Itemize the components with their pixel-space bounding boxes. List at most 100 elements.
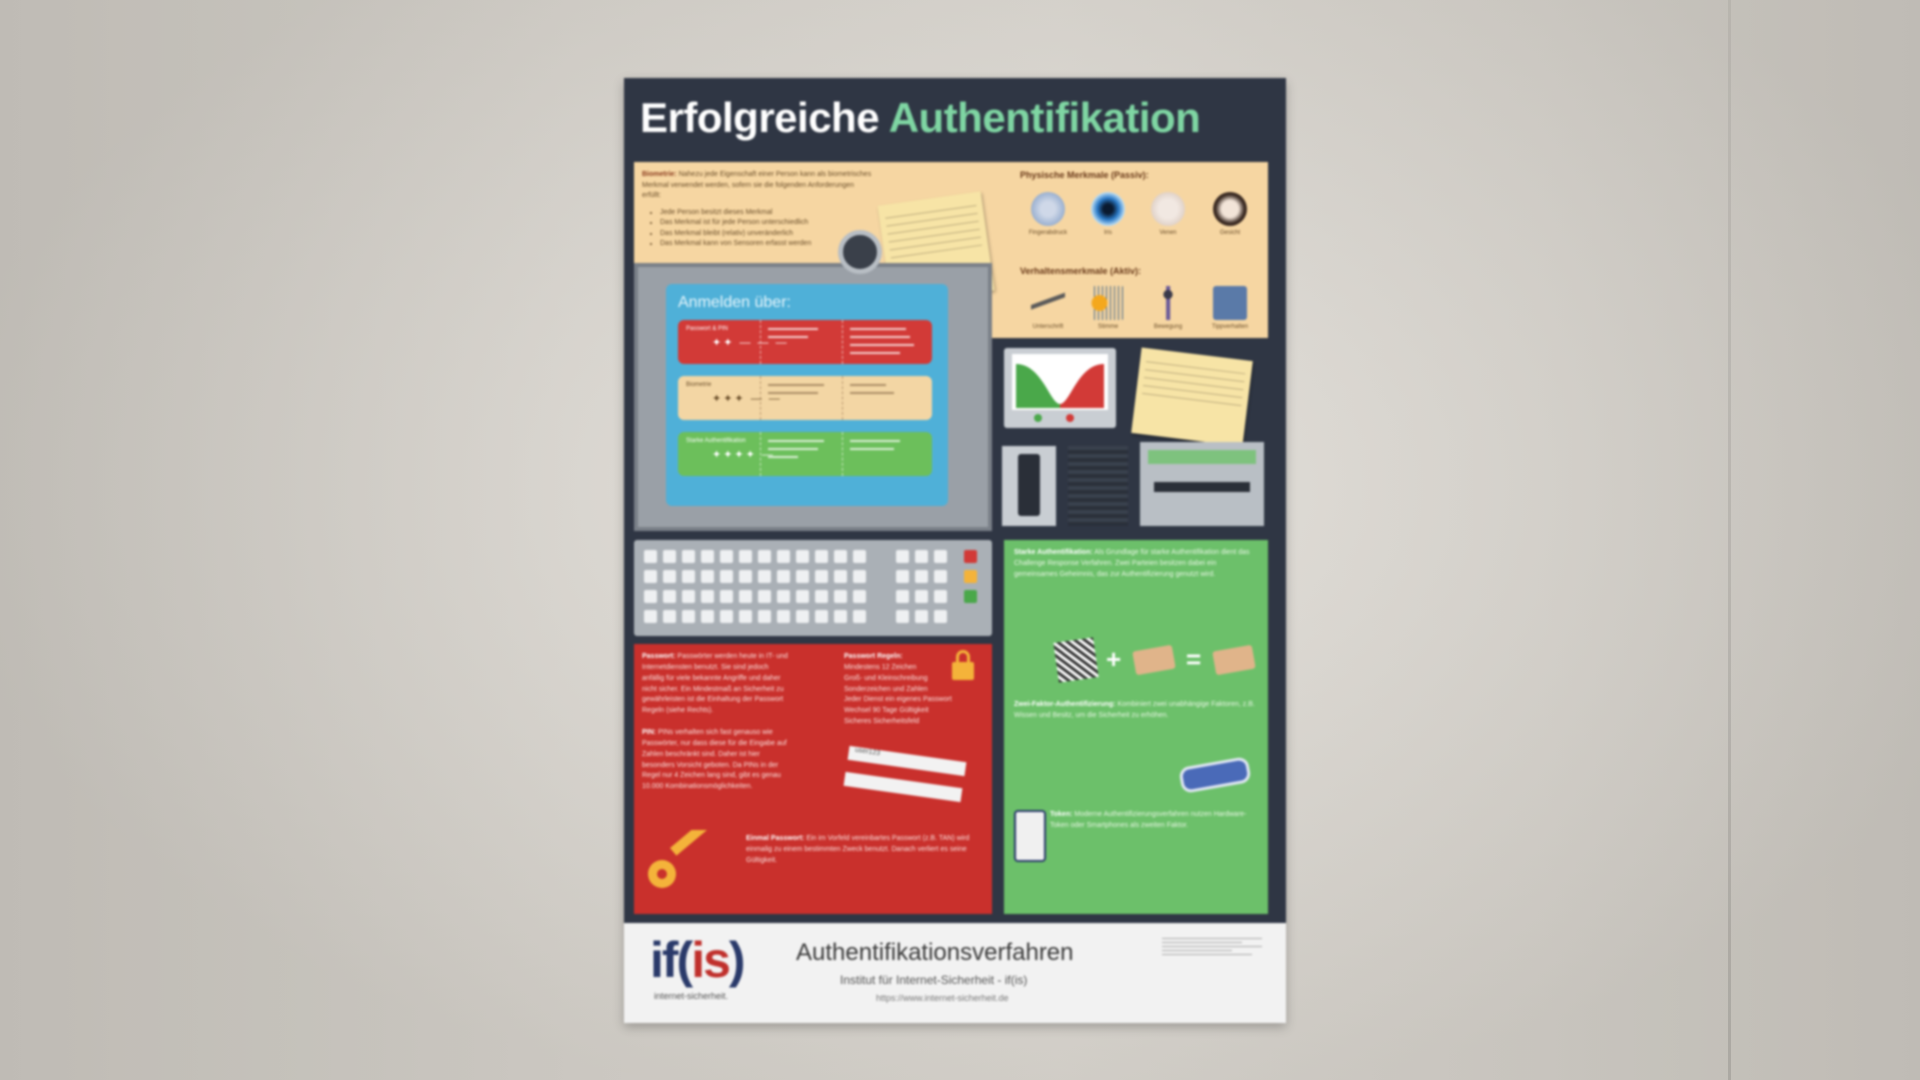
login-screen: Anmelden über: Passwort & PIN ✦✦ — — — B… — [666, 284, 948, 506]
error-rate-chart — [1012, 354, 1108, 410]
keyboard-key — [682, 570, 695, 583]
poster: Erfolgreiche Authentifikation Biometrie:… — [624, 78, 1286, 1023]
feature-label: Tippverhalten — [1211, 324, 1249, 330]
poster-footer: if(is) internet-sicherheit. Authentifika… — [624, 923, 1286, 1023]
keyboard-key — [796, 550, 809, 563]
login-row-label: Passwort & PIN — [686, 326, 729, 332]
sound-wave-icon — [1091, 286, 1125, 320]
token-section: Token: Moderne Authentifizierungsverfahr… — [1050, 810, 1258, 832]
keyboard-key — [644, 550, 657, 563]
keyboard-key — [853, 570, 866, 583]
keyboard-key — [720, 550, 733, 563]
numpad-key — [896, 590, 909, 603]
green-dot-icon — [1034, 414, 1042, 422]
error-curve-graphic — [1016, 364, 1104, 408]
keyboard-key — [663, 550, 676, 563]
keyboard-key — [815, 590, 828, 603]
keyboard-key — [663, 610, 676, 623]
password-input-strip: user123 — [847, 745, 967, 777]
keyboard-key — [739, 590, 752, 603]
token-label: Token: — [1050, 811, 1073, 818]
numpad-key — [915, 570, 928, 583]
qr-code-icon — [1053, 637, 1099, 683]
token-text: Moderne Authentifizierungsverfahren nutz… — [1050, 811, 1247, 829]
numpad-key — [934, 590, 947, 603]
face-feature: Gesicht — [1200, 192, 1260, 236]
feature-label: Venen — [1159, 230, 1177, 236]
plus-sign: + — [1106, 644, 1122, 674]
keyboard-key — [853, 610, 866, 623]
keyboard-key — [815, 570, 828, 583]
feature-label: Unterschrift — [1032, 324, 1064, 330]
keyboard-key — [758, 610, 771, 623]
status-light — [964, 570, 977, 583]
smartphone-icon — [1014, 810, 1046, 862]
keyboard-key — [758, 590, 771, 603]
keyboard-key — [682, 610, 695, 623]
keyboard-key — [701, 610, 714, 623]
keyboard-key — [834, 570, 847, 583]
pin-text: PINs verhalten sich fast genauso wie Pas… — [642, 729, 787, 791]
passive-heading: Physische Merkmale (Passiv): — [1020, 170, 1149, 180]
requirement-item: Das Merkmal bleibt (relativ) unveränderl… — [650, 229, 874, 240]
logo-text: is — [691, 932, 731, 988]
logo-subtitle: internet-sicherheit. — [654, 991, 729, 1001]
vent-grille — [1068, 446, 1128, 526]
keyboard-key — [853, 550, 866, 563]
card-reader-display — [1148, 450, 1256, 464]
numpad-key — [896, 550, 909, 563]
footer-subtitle: Institut für Internet-Sicherheit - if(is… — [840, 973, 1028, 987]
keyboard-key — [796, 610, 809, 623]
iris-feature: Iris — [1078, 192, 1138, 236]
face-icon — [1213, 192, 1247, 226]
strong-auth-section: Starke Authentifikation: Als Grundlage f… — [1014, 548, 1258, 581]
one-time-password-section: Einmal Passwort: Ein im Vorfeld vereinba… — [746, 834, 976, 867]
password-section: Passwort: Passwörter werden heute in IT-… — [642, 652, 792, 717]
keyboard-key — [739, 570, 752, 583]
login-row-biometrics: Biometrie ✦✦✦ — — — [678, 376, 932, 420]
keyboard-key — [701, 550, 714, 563]
result-card-icon — [1212, 644, 1256, 676]
keyboard-key — [777, 570, 790, 583]
password-label: Passwort: — [642, 653, 676, 660]
login-row-label: Biometrie — [686, 382, 712, 388]
keyboard-key — [777, 610, 790, 623]
rule-item: Sonderzeichen und Zahlen — [844, 685, 928, 693]
biometrics-intro: Biometrie: Nahezu jede Eigenschaft einer… — [642, 170, 874, 250]
logo-text: if( — [650, 932, 693, 988]
feature-label: Fingerabdruck — [1028, 230, 1068, 236]
keyboard-key — [834, 550, 847, 563]
equals-sign: = — [1186, 644, 1202, 674]
typing-feature: Tippverhalten — [1200, 286, 1260, 330]
usb-token-icon — [1178, 756, 1252, 794]
keyboard-key — [720, 570, 733, 583]
rule-item: Sicheres Sicherheitsfeld — [844, 718, 920, 726]
wall-corner-seam — [1728, 0, 1731, 1080]
biometrics-text: Nahezu jede Eigenschaft einer Person kan… — [642, 171, 872, 199]
footer-url: https://www.internet-sicherheit.de — [876, 993, 1009, 1003]
movement-feature: Bewegung — [1138, 286, 1198, 330]
strong-auth-label: Starke Authentifikation: — [1014, 549, 1093, 556]
token-card-icon — [1132, 644, 1176, 676]
numpad-key — [915, 590, 928, 603]
keyboard-key — [815, 610, 828, 623]
numpad-key — [896, 570, 909, 583]
two-factor-section: Zwei-Faktor-Authentifizierung: Kombinier… — [1014, 700, 1258, 722]
running-person-icon — [1151, 286, 1185, 320]
keyboard-key — [663, 570, 676, 583]
voice-feature: Stimme — [1078, 286, 1138, 330]
numpad-key — [934, 610, 947, 623]
password-text: Passwörter werden heute in IT- und Inter… — [642, 653, 788, 715]
signature-feature: Unterschrift — [1018, 286, 1078, 330]
pin-section: PIN: PINs verhalten sich fast genauso wi… — [642, 728, 792, 793]
keyboard-key — [720, 610, 733, 623]
phone-device — [1002, 446, 1056, 526]
password-panel: Passwort: Passwörter werden heute in IT-… — [634, 644, 992, 914]
keyboard-key — [758, 570, 771, 583]
login-row-password: Passwort & PIN ✦✦ — — — — [678, 320, 932, 364]
footer-metadata — [1162, 935, 1262, 958]
login-screen-title: Anmelden über: — [678, 294, 791, 311]
chart-device — [1004, 348, 1116, 428]
card-slot — [1154, 482, 1250, 492]
numpad-key — [934, 570, 947, 583]
